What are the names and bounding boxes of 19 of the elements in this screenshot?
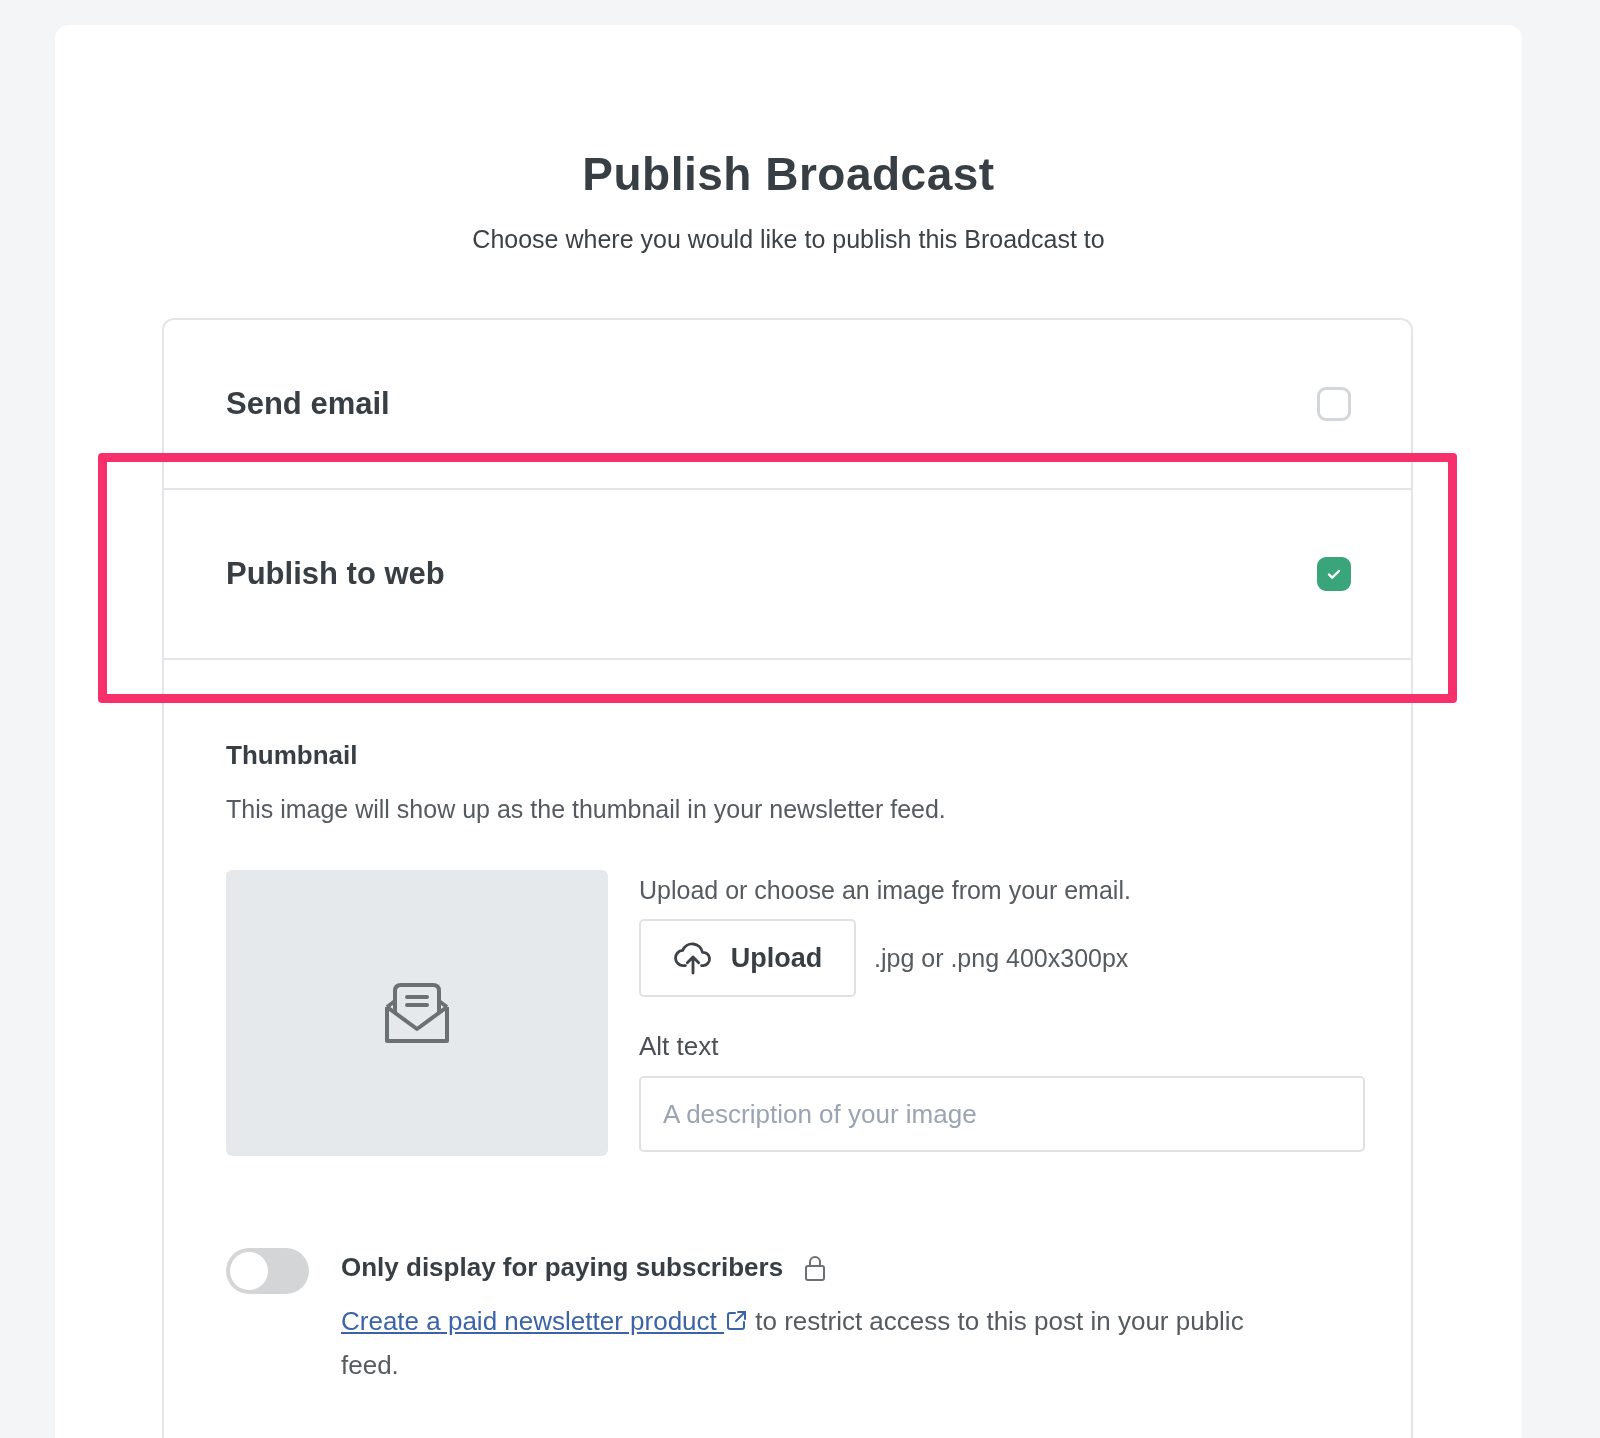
dialog-title: Publish Broadcast (581, 147, 996, 201)
section-heading: Thumbnail (226, 740, 359, 771)
format-hint: .jpg or .png 400x300px (874, 943, 1129, 973)
upload-hint: Upload or choose an image from your email. (639, 876, 1132, 905)
alt-text-field[interactable]: A description of your image (639, 1076, 1365, 1152)
option-label: Send email (226, 386, 390, 422)
lock-icon (803, 1253, 828, 1282)
upload-icon (672, 941, 713, 975)
toggle-label: Only display for paying subscribers (341, 1252, 784, 1283)
paywall-note: Create a paid newsletter product to restrict access to this post in your public feed. (341, 1305, 1245, 1382)
section-description: This image will show up as the thumbnail in your newsletter feed. (226, 795, 947, 824)
option-label: Publish to web (226, 556, 445, 592)
option-checkbox[interactable] (1317, 557, 1351, 591)
upload-button[interactable]: Upload (639, 919, 856, 997)
field-label: Alt text (639, 1031, 720, 1062)
external-link-icon (724, 1309, 748, 1333)
dialog-subtitle: Choose where you would like to publish this Broadcast to (471, 225, 1106, 254)
toggle-switch[interactable] (226, 1248, 309, 1294)
paid-product-link[interactable]: Create a paid newsletter product (341, 1306, 748, 1336)
